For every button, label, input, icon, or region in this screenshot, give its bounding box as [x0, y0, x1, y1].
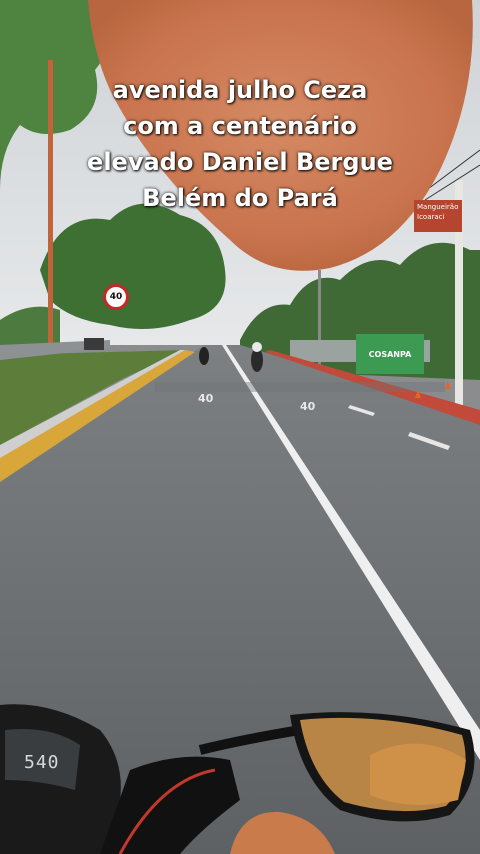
car-left	[84, 338, 104, 350]
video-caption: avenida julho Ceza com a centenário elev…	[0, 72, 480, 216]
billboard-text: COSANPA	[368, 350, 412, 359]
mirror-reflection	[370, 743, 466, 805]
caption-line-1: avenida julho Ceza	[112, 76, 368, 104]
speedometer-reading: 540	[24, 752, 60, 773]
motorcycle-ahead-1	[199, 347, 209, 365]
cosanpa-billboard: COSANPA	[356, 334, 424, 374]
road-marking-40-right: 40	[300, 400, 316, 413]
road-text-band	[155, 382, 445, 392]
caption-line-2: com a centenário	[123, 112, 357, 140]
road-marking-40-left: 40	[198, 392, 214, 405]
caption-line-3: elevado Daniel Bergue	[87, 148, 393, 176]
caption-line-4: Belém do Pará	[142, 184, 338, 212]
speed-limit-value: 40	[109, 292, 123, 302]
speed-limit-sign: 40	[103, 284, 129, 310]
